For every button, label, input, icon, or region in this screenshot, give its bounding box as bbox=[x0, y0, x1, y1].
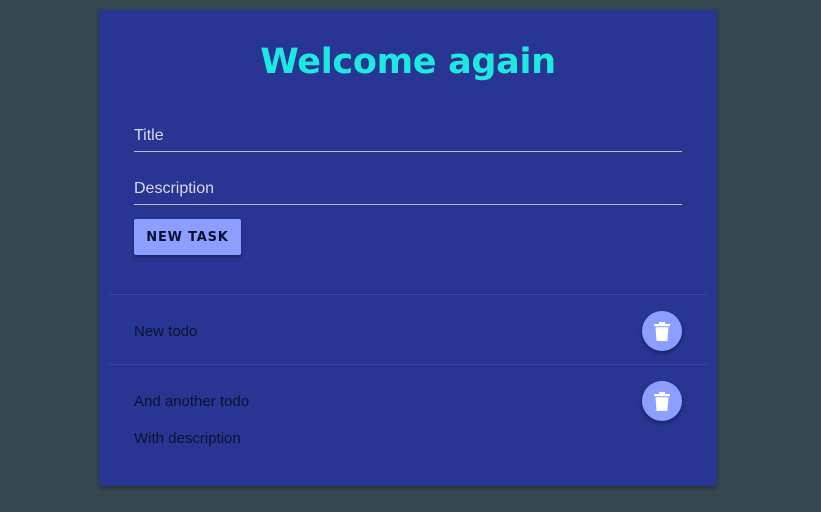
todo-title: And another todo bbox=[134, 393, 250, 410]
todo-description: With description bbox=[134, 430, 241, 447]
delete-todo-button[interactable] bbox=[642, 311, 682, 351]
new-task-button[interactable]: NEW TASK bbox=[134, 219, 241, 255]
todo-item: And another todo With description bbox=[99, 364, 717, 464]
description-field bbox=[134, 174, 682, 205]
page-title: Welcome again bbox=[260, 42, 556, 82]
description-input[interactable] bbox=[134, 174, 682, 204]
todo-item: New todo bbox=[99, 294, 717, 364]
todo-title: New todo bbox=[134, 323, 198, 340]
delete-todo-button[interactable] bbox=[642, 381, 682, 421]
title-field bbox=[134, 121, 682, 152]
todo-card: Welcome again NEW TASK New todo And anot… bbox=[99, 10, 717, 486]
trash-icon bbox=[654, 321, 670, 341]
title-input[interactable] bbox=[134, 121, 682, 151]
trash-icon bbox=[654, 391, 670, 411]
